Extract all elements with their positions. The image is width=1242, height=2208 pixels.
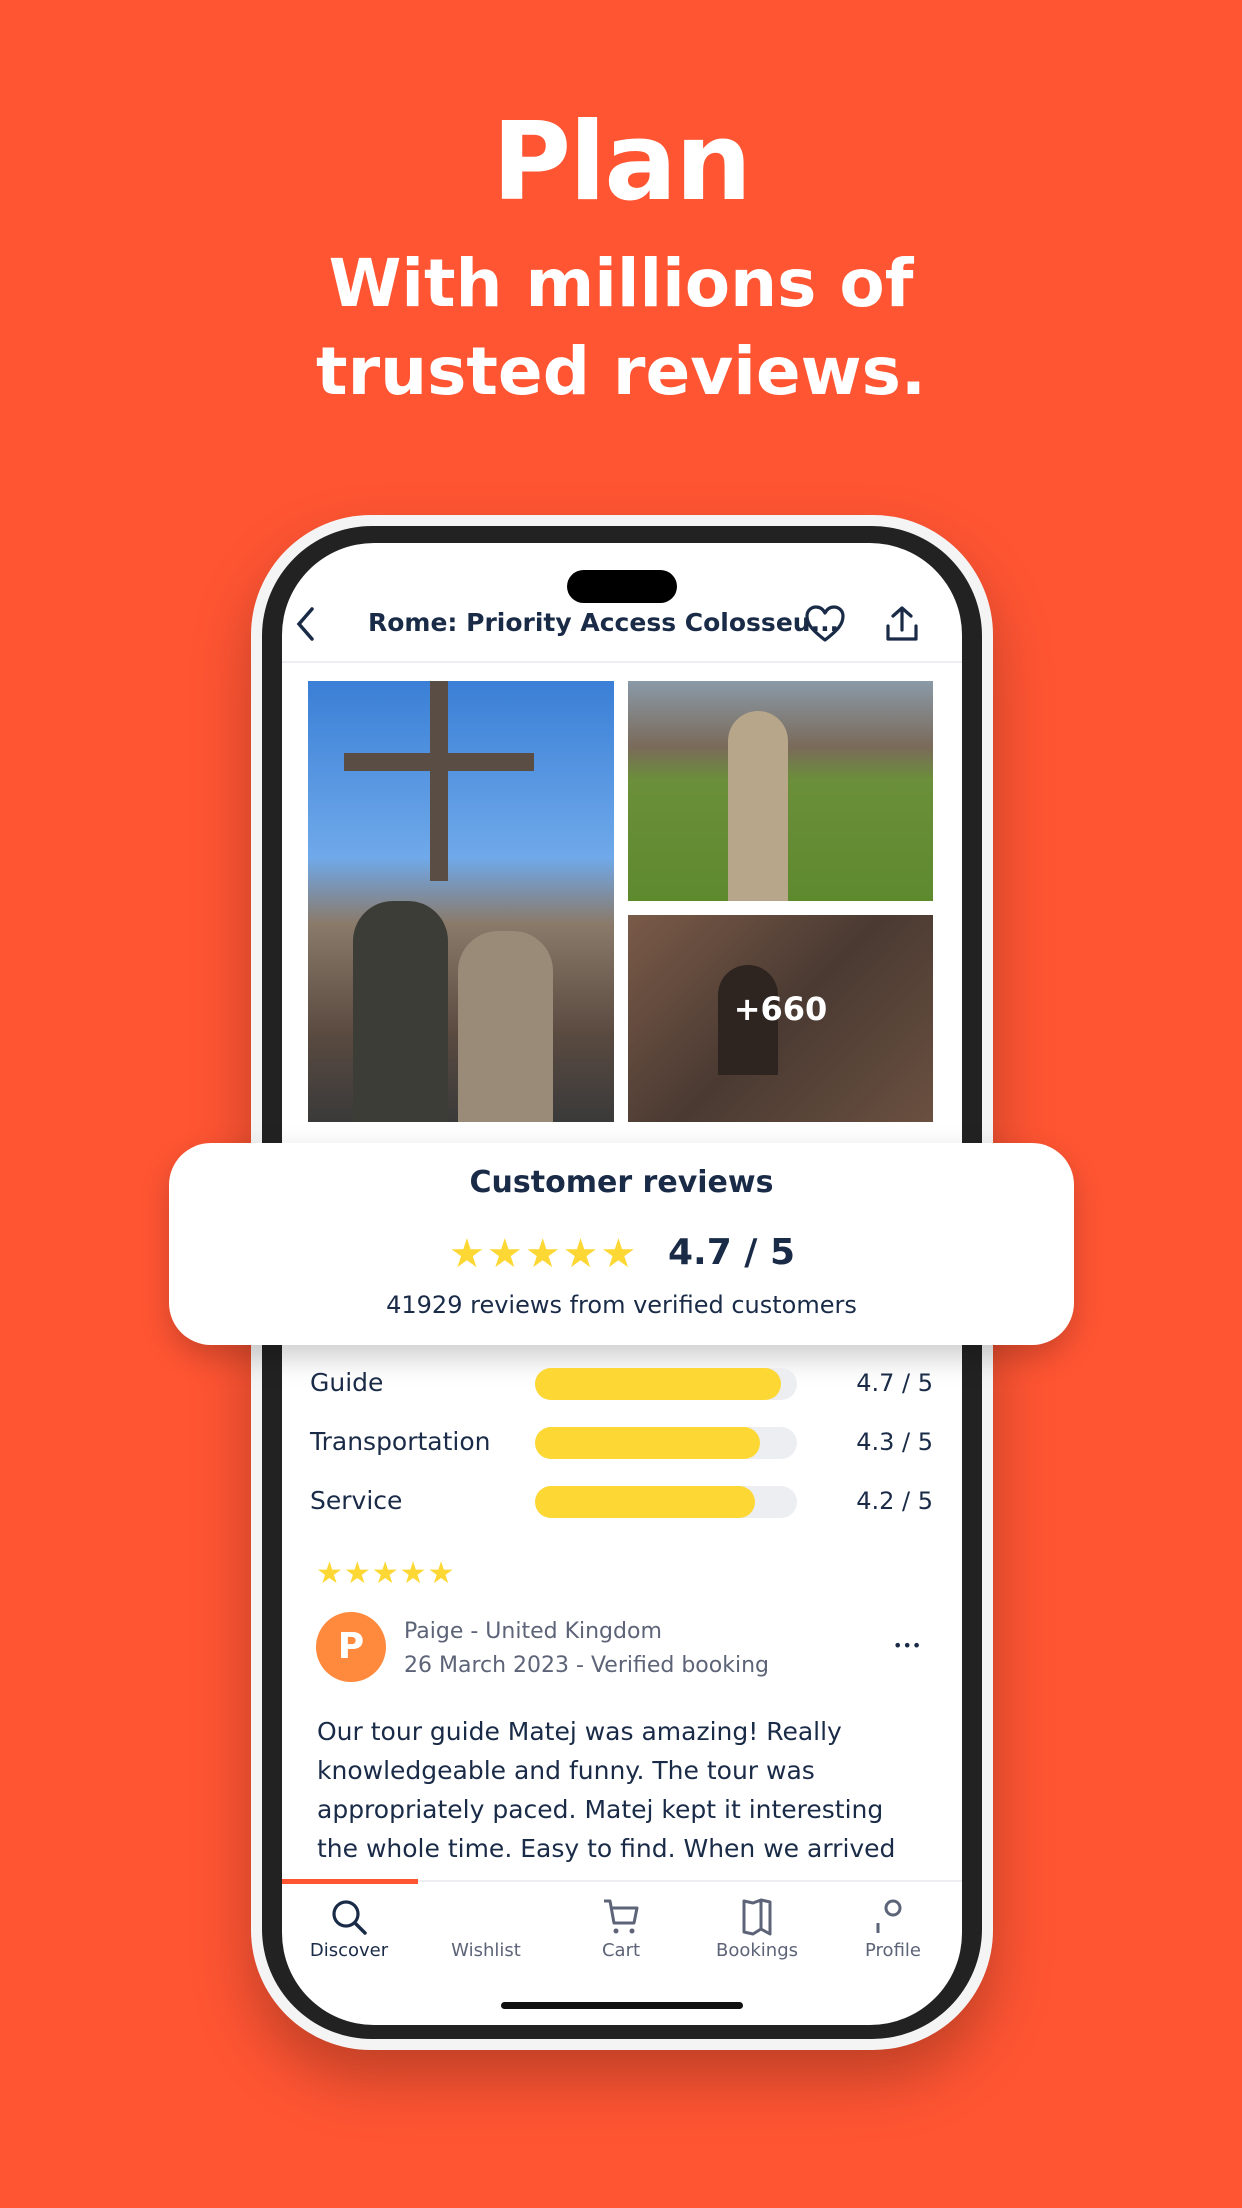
heart-icon [418, 1892, 554, 1936]
reviews-summary: 41929 reviews from verified customers [386, 1291, 857, 1319]
gallery-photo-2[interactable] [628, 681, 933, 901]
gallery-photo-main[interactable] [308, 681, 614, 1122]
more-photos-count[interactable]: +660 [628, 990, 933, 1028]
tab-cart[interactable]: Cart [553, 1892, 689, 1961]
tab-bookings[interactable]: Bookings [689, 1892, 825, 1961]
rating-label: Transportation [310, 1427, 491, 1456]
rating-stars: ★★★★★ [449, 1231, 639, 1277]
heart-icon[interactable] [804, 604, 846, 644]
share-icon[interactable] [884, 604, 920, 644]
review-meta: 26 March 2023 - Verified booking [404, 1653, 769, 1678]
tab-label: Bookings [715, 1940, 798, 1961]
header-divider [282, 661, 962, 663]
review-stars: ★★★★★ [316, 1556, 456, 1591]
profile-icon [825, 1892, 961, 1936]
home-indicator [501, 2002, 743, 2009]
rating-bar [535, 1486, 797, 1518]
rating-label: Service [310, 1486, 403, 1515]
dynamic-island [567, 570, 677, 603]
search-icon [281, 1892, 417, 1936]
rating-value: 4.3 / 5 [856, 1428, 933, 1456]
more-options-icon[interactable]: ••• [893, 1636, 921, 1655]
review-text: Our tour guide Matej was amazing! Really… [317, 1717, 896, 1863]
cart-icon [553, 1892, 689, 1936]
tab-label: Wishlist [451, 1940, 521, 1961]
headline-line-1: With millions of [328, 245, 914, 322]
active-tab-indicator [282, 1879, 418, 1884]
reviews-card-title: Customer reviews [469, 1165, 774, 1200]
overall-rating: 4.7 / 5 [668, 1232, 796, 1273]
tab-label: Profile [865, 1940, 921, 1961]
tab-wishlist[interactable]: Wishlist [418, 1892, 554, 1961]
rating-bar [535, 1427, 797, 1459]
tab-label: Discover [309, 1940, 389, 1961]
rating-bar-fill [535, 1368, 782, 1400]
avatar: P [316, 1612, 386, 1682]
rating-bar-fill [535, 1427, 761, 1459]
rating-bar-fill [535, 1486, 756, 1518]
headline-title: Plan [492, 100, 752, 225]
tab-discover[interactable]: Discover [281, 1892, 417, 1961]
rating-value: 4.2 / 5 [856, 1487, 933, 1515]
tab-label: Cart [601, 1940, 641, 1961]
rating-bar [535, 1368, 797, 1400]
rating-value: 4.7 / 5 [856, 1369, 933, 1397]
bookings-icon [689, 1892, 825, 1936]
headline-line-2: trusted reviews. [316, 333, 926, 410]
page-title: Rome: Priority Access Colosseu... [368, 608, 840, 637]
rating-label: Guide [310, 1368, 384, 1397]
tab-profile[interactable]: Profile [825, 1892, 961, 1961]
review-author: Paige - United Kingdom [404, 1619, 662, 1644]
customer-reviews-card: Customer reviews ★★★★★ 4.7 / 5 41929 rev… [169, 1143, 1074, 1345]
back-icon[interactable] [294, 606, 318, 642]
